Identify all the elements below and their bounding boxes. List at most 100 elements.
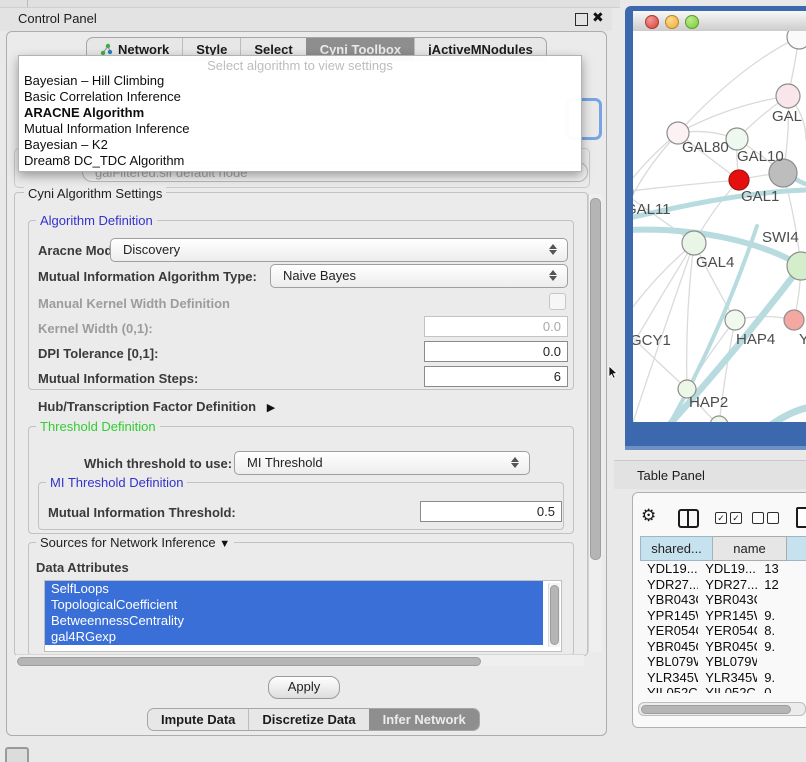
attributes-scrollbar-thumb[interactable] (550, 585, 559, 645)
network-view[interactable]: GALGAL80GAL10GAL1GAL11SWI4GAL4GCY1HAP4YH… (633, 31, 806, 422)
sources-legend[interactable]: Sources for Network Inference ▼ (36, 535, 234, 550)
deselect-all-icon[interactable] (752, 512, 779, 524)
minimize-window-icon[interactable] (665, 15, 679, 29)
mi-type-combobox[interactable]: Naive Bayes (270, 264, 568, 288)
table-row[interactable]: YBL079WYBL079W (640, 654, 806, 670)
network-window-titlebar[interactable] (633, 11, 806, 32)
table-cell: 8. (757, 623, 806, 639)
settings-scrollbar-track[interactable] (588, 194, 602, 652)
collapse-arrow-icon: ▼ (219, 538, 230, 550)
close-panel-icon[interactable]: ✖ (592, 9, 604, 26)
table-row[interactable]: YER054CYER054C8. (640, 623, 806, 639)
attribute-item-selfloops[interactable]: SelfLoops (45, 581, 543, 597)
node-label: SWI4 (762, 229, 799, 246)
apply-button[interactable]: Apply (268, 676, 340, 699)
document-icon[interactable] (796, 507, 806, 528)
gear-icon[interactable]: ⚙ (641, 506, 656, 526)
algorithm-option-bayesian-hill-climbing[interactable]: Bayesian – Hill Climbing (19, 73, 581, 89)
table-panel-title: Table Panel (637, 468, 705, 483)
table-row[interactable]: YIL052CYIL052C0. (640, 685, 806, 693)
network-node[interactable] (710, 416, 728, 422)
attribute-item-gal4rgexp[interactable]: gal4RGexp (45, 629, 543, 645)
expand-arrow-icon: ▶ (267, 402, 275, 414)
network-node[interactable] (784, 310, 804, 330)
bottom-tabs: Impute DataDiscretize DataInfer Network (147, 708, 480, 731)
table-cell (757, 592, 806, 608)
table-row[interactable]: YLR345WYLR345W9. (640, 670, 806, 686)
attributes-scrollbar-track[interactable] (548, 583, 560, 647)
mi-type-value: Naive Bayes (283, 268, 356, 283)
network-node[interactable] (787, 31, 806, 49)
aracne-mode-combobox[interactable]: Discovery (110, 238, 568, 262)
algorithm-dropdown[interactable]: Select algorithm to view settings Bayesi… (18, 55, 582, 172)
float-panel-icon[interactable] (575, 13, 588, 26)
table-cell: YIL052C (698, 685, 757, 693)
combobox-stepper-icon (549, 269, 558, 282)
settings-hscrollbar-thumb[interactable] (17, 657, 481, 666)
close-window-icon[interactable] (645, 15, 659, 29)
split-columns-icon[interactable] (678, 509, 699, 528)
algorithm-option-basic-correlation-inference[interactable]: Basic Correlation Inference (19, 89, 581, 105)
table-row[interactable]: YDR27...YDR27...12 (640, 577, 806, 593)
collapsed-panel-grip[interactable] (5, 747, 29, 762)
table-cell: 9. (757, 639, 806, 655)
cyni-settings-legend: Cyni Algorithm Settings (24, 186, 166, 201)
table-cell: YIL052C (640, 685, 698, 693)
algorithm-option-bayesian-k2[interactable]: Bayesian – K2 (19, 137, 581, 153)
data-attributes-list[interactable]: SelfLoopsTopologicalCoefficientBetweenne… (44, 580, 562, 652)
algorithm-option-aracne-algorithm[interactable]: ARACNE Algorithm (19, 105, 581, 121)
combobox-stepper-icon (511, 456, 520, 469)
algorithm-option-mutual-information-inference[interactable]: Mutual Information Inference (19, 121, 581, 137)
table-panel-titlebar: Table Panel (614, 460, 806, 489)
network-canvas: GALGAL80GAL10GAL1GAL11SWI4GAL4GCY1HAP4YH… (633, 31, 806, 422)
manual-kernel-checkbox[interactable] (549, 293, 566, 310)
bottom-tab-discretize-data[interactable]: Discretize Data (248, 709, 368, 730)
table-row[interactable]: YDL19...YDL19...13 (640, 561, 806, 577)
mi-threshold-label: Mutual Information Threshold: (48, 505, 236, 520)
table-row[interactable]: YBR045CYBR045C9. (640, 639, 806, 655)
bottom-tab-infer-network[interactable]: Infer Network (369, 709, 479, 730)
table-hscrollbar-thumb[interactable] (641, 705, 791, 714)
hub-definition-expander[interactable]: Hub/Transcription Factor Definition ▶ (38, 399, 275, 414)
dropdown-items: Bayesian – Hill ClimbingBasic Correlatio… (19, 73, 581, 169)
column-header-shared[interactable]: shared... (640, 536, 713, 561)
attribute-item-topologicalcoefficient[interactable]: TopologicalCoefficient (45, 597, 543, 613)
aracne-mode-value: Discovery (123, 242, 180, 257)
table-row[interactable]: YPR145WYPR145W9. (640, 608, 806, 624)
select-all-icon[interactable]: ✓ ✓ (715, 512, 742, 524)
table-cell: YBL079W (640, 654, 698, 670)
which-threshold-combobox[interactable]: MI Threshold (234, 451, 530, 475)
column-header-a[interactable]: A (787, 536, 806, 561)
network-node[interactable] (726, 128, 748, 150)
mi-threshold-legend: MI Threshold Definition (46, 475, 187, 490)
algorithm-option-dream8-dc-tdc-algorithm[interactable]: Dream8 DC_TDC Algorithm (19, 153, 581, 169)
mi-steps-field[interactable]: 6 (424, 366, 568, 387)
network-node[interactable] (776, 84, 800, 108)
table-cell: YBR043C (640, 592, 698, 608)
settings-hscrollbar-track[interactable] (16, 654, 584, 666)
kernel-width-label: Kernel Width (0,1): (38, 321, 153, 336)
attribute-item-betweennesscentrality[interactable]: BetweennessCentrality (45, 613, 543, 629)
sources-legend-label: Sources for Network Inference (40, 535, 216, 550)
settings-scrollbar-thumb[interactable] (590, 198, 601, 560)
column-header-name[interactable]: name (713, 536, 787, 561)
kernel-width-field[interactable]: 0.0 (424, 316, 568, 337)
unchecked-box-icon (767, 512, 779, 524)
bottom-tab-impute-data[interactable]: Impute Data (148, 709, 248, 730)
network-node[interactable] (729, 170, 749, 190)
table-cell: 13 (757, 561, 806, 577)
control-panel-titlebar: Control Panel ✖ (0, 8, 612, 31)
table-cell: YDL19... (640, 561, 698, 577)
zoom-window-icon[interactable] (685, 15, 699, 29)
table-cell: YDR27... (640, 577, 698, 593)
network-node[interactable] (682, 231, 706, 255)
mi-threshold-field[interactable]: 0.5 (420, 501, 562, 522)
network-node[interactable] (725, 310, 745, 330)
mouse-cursor (608, 366, 619, 384)
node-label: GAL (772, 108, 802, 125)
table-cell: YBL079W (698, 654, 757, 670)
table-hscrollbar-track[interactable] (638, 702, 806, 716)
table-row[interactable]: YBR043CYBR043C (640, 592, 806, 608)
dpi-tolerance-field[interactable]: 0.0 (424, 341, 568, 362)
unchecked-box-icon (752, 512, 764, 524)
